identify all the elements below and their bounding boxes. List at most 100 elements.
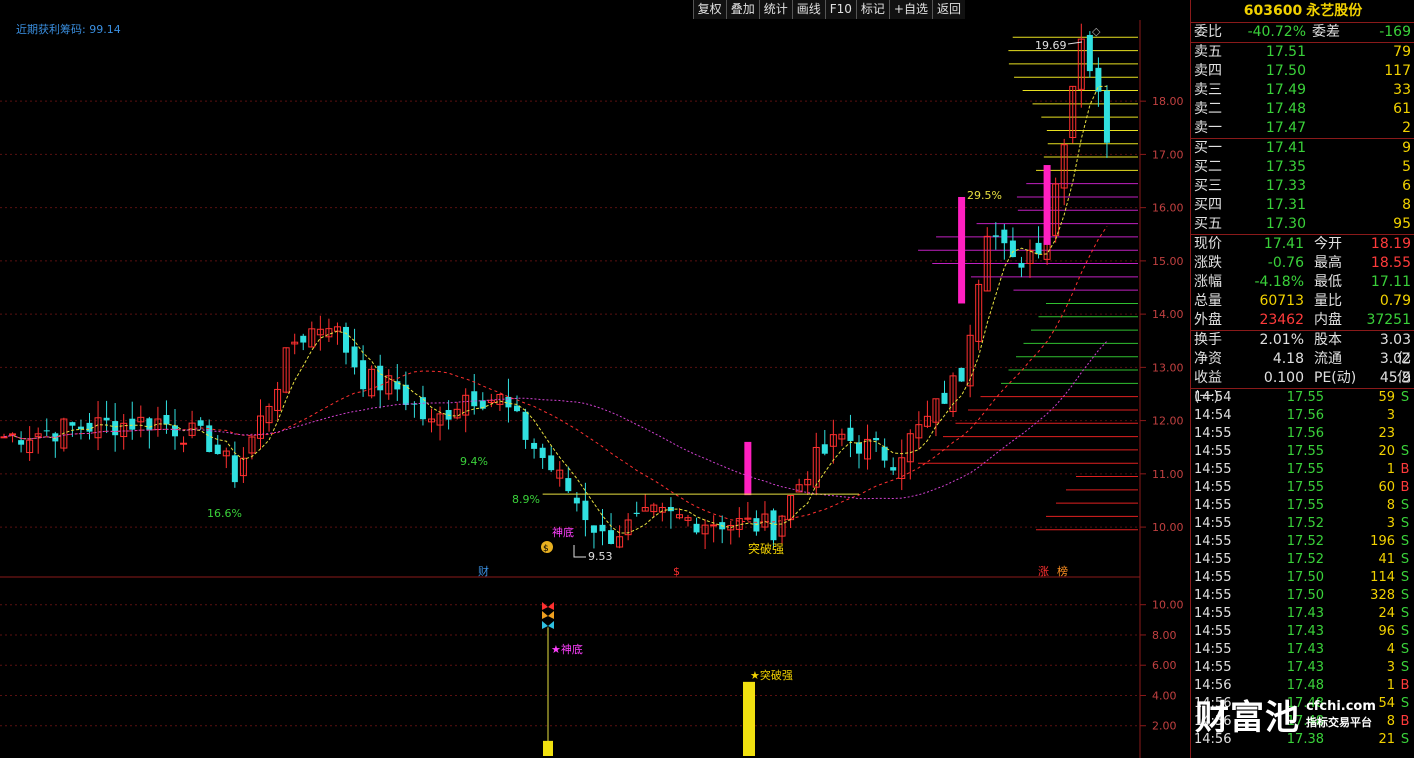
bid-volume: 6 (1402, 178, 1411, 194)
tick-row: 14:55 17.43 24 S (1191, 605, 1414, 623)
tick-time: 14:55 (1194, 624, 1232, 639)
quote-label: 现价 (1194, 236, 1222, 252)
candle-body (770, 510, 777, 541)
tick-side: S (1400, 642, 1410, 657)
candle-body (112, 421, 119, 436)
tick-side: S (1400, 606, 1410, 621)
candle-body (531, 442, 538, 449)
tick-time: 14:55 (1194, 444, 1232, 459)
tick-volume: 23 (1378, 426, 1395, 441)
indicator-breakout-label: ★突破强 (750, 668, 793, 682)
fundamental-value: 4.18 (1272, 351, 1304, 367)
bid-volume: 9 (1402, 140, 1411, 156)
quote-label: 总量 (1194, 293, 1222, 309)
candle-body (394, 381, 401, 390)
candle-body (548, 455, 555, 471)
toolbar-button-stats[interactable]: 统计 (758, 0, 792, 19)
candle-body (471, 391, 478, 407)
kline-chart-svg[interactable]: 18.00 17.00 16.00 15.00 14.00 13.00 12.00 11.00… (0, 0, 1190, 758)
butterfly-icon (542, 611, 554, 619)
indicator-bar-bottom (543, 740, 553, 756)
candle-body (129, 418, 136, 430)
toolbar-button-add-watchlist[interactable]: +自选 (888, 0, 932, 19)
quote-value: 0.79 (1379, 293, 1411, 309)
tick-time: 14:55 (1194, 588, 1232, 603)
toolbar-button-overlay[interactable]: 叠加 (725, 0, 759, 19)
stock-title: 603600 永艺股份 (1191, 0, 1414, 23)
candle-body (522, 411, 529, 440)
quote-value: 18.55 (1370, 255, 1411, 271)
tick-volume: 114 (1370, 570, 1395, 585)
ask-volume: 2 (1402, 120, 1411, 136)
tick-volume: 4 (1386, 642, 1395, 657)
ask-label: 卖五 (1194, 44, 1222, 60)
quote-label: 外盘 (1194, 312, 1222, 328)
toolbar-button-fuquan[interactable]: 复权 (692, 0, 726, 19)
tick-side: S (1400, 588, 1410, 603)
fundamental-value: 3.02亿 (1379, 351, 1411, 386)
toolbar-button-mark[interactable]: 标记 (855, 0, 889, 19)
tick-side: S (1400, 732, 1410, 747)
ask-label: 卖三 (1194, 82, 1222, 98)
candle-body (599, 524, 606, 532)
bid-label: 买一 (1194, 140, 1222, 156)
tick-time: 14:55 (1194, 642, 1232, 657)
candle-body (941, 392, 948, 404)
ask-label: 卖二 (1194, 101, 1222, 117)
bid-row: 买四 17.31 8 (1191, 196, 1414, 215)
candle-body (590, 525, 597, 533)
toolbar-button-f10[interactable]: F10 (824, 0, 856, 19)
tick-volume: 196 (1370, 534, 1395, 549)
breakout-label: 突破强 (748, 541, 784, 556)
event-marker: $ (673, 565, 680, 578)
tick-price: 17.52 (1286, 552, 1324, 567)
tick-price: 17.55 (1286, 444, 1324, 459)
quote-label: 最低 (1314, 274, 1342, 290)
price-tick-label: 14.00 (1152, 308, 1184, 321)
tick-side: S (1400, 624, 1410, 639)
stock-name: 永艺股份 (1306, 3, 1363, 19)
quote-label: 量比 (1314, 293, 1342, 309)
tick-row: 14:55 17.55 60 B (1191, 479, 1414, 497)
low-price-pointer (573, 545, 586, 558)
bid-label: 买三 (1194, 178, 1222, 194)
indicator-profit-chips: 近期获利筹码: 99.14 (16, 23, 121, 36)
tick-row: 14:55 17.56 23 (1191, 425, 1414, 443)
tick-volume: 41 (1378, 552, 1395, 567)
candle-body (231, 455, 238, 483)
bid-label: 买五 (1194, 216, 1222, 232)
watermark-brand: 财富池 (1195, 698, 1300, 738)
tick-volume: 60 (1378, 480, 1395, 495)
toolbar-button-back[interactable]: 返回 (931, 0, 965, 19)
weibi-label: 委比 (1194, 24, 1222, 40)
tick-row: 14:55 17.52 196 S (1191, 533, 1414, 551)
tick-side: S (1400, 444, 1410, 459)
ask-label: 卖一 (1194, 120, 1222, 136)
kline-chart-area[interactable]: 18.00 17.00 16.00 15.00 14.00 13.00 12.00 11.00… (0, 0, 1190, 758)
toolbar-button-draw[interactable]: 画线 (791, 0, 825, 19)
tick-price: 17.55 (1286, 462, 1324, 477)
tick-side: S (1400, 552, 1410, 567)
tick-side: B (1400, 714, 1410, 729)
tick-side: B (1400, 480, 1410, 495)
fundamental-value: 45.9 (1379, 370, 1411, 386)
candle-body (206, 425, 213, 452)
indicator-bottom-label: ★神底 (551, 642, 583, 656)
tick-time: 14:55 (1194, 426, 1232, 441)
tick-volume: 3 (1386, 408, 1395, 423)
quote-panel: 603600 永艺股份 委比 -40.72% 委差 -169 卖五 17.51 79 卖… (1190, 0, 1414, 758)
bid-row: 买一 17.41 9 (1191, 139, 1414, 158)
event-marker: 榜 (1057, 564, 1068, 578)
candle-body (958, 367, 965, 382)
bid-label: 买二 (1194, 159, 1222, 175)
candle-body (197, 420, 204, 426)
tick-price: 17.43 (1286, 624, 1324, 639)
candle-body (873, 437, 880, 441)
bid-list: 买一 17.41 9 买二 17.35 5 买三 17.33 6 买四 17.31 8 买五 17.30 9… (1191, 139, 1414, 234)
low-price-label: 9.53 (588, 550, 613, 563)
candle-body (343, 326, 349, 353)
fundamental-label: 股本 (1314, 332, 1342, 348)
tick-row: 14:55 17.55 8 S (1191, 497, 1414, 515)
bid-volume: 95 (1393, 216, 1411, 232)
pct-label: 29.5% (967, 189, 1002, 202)
